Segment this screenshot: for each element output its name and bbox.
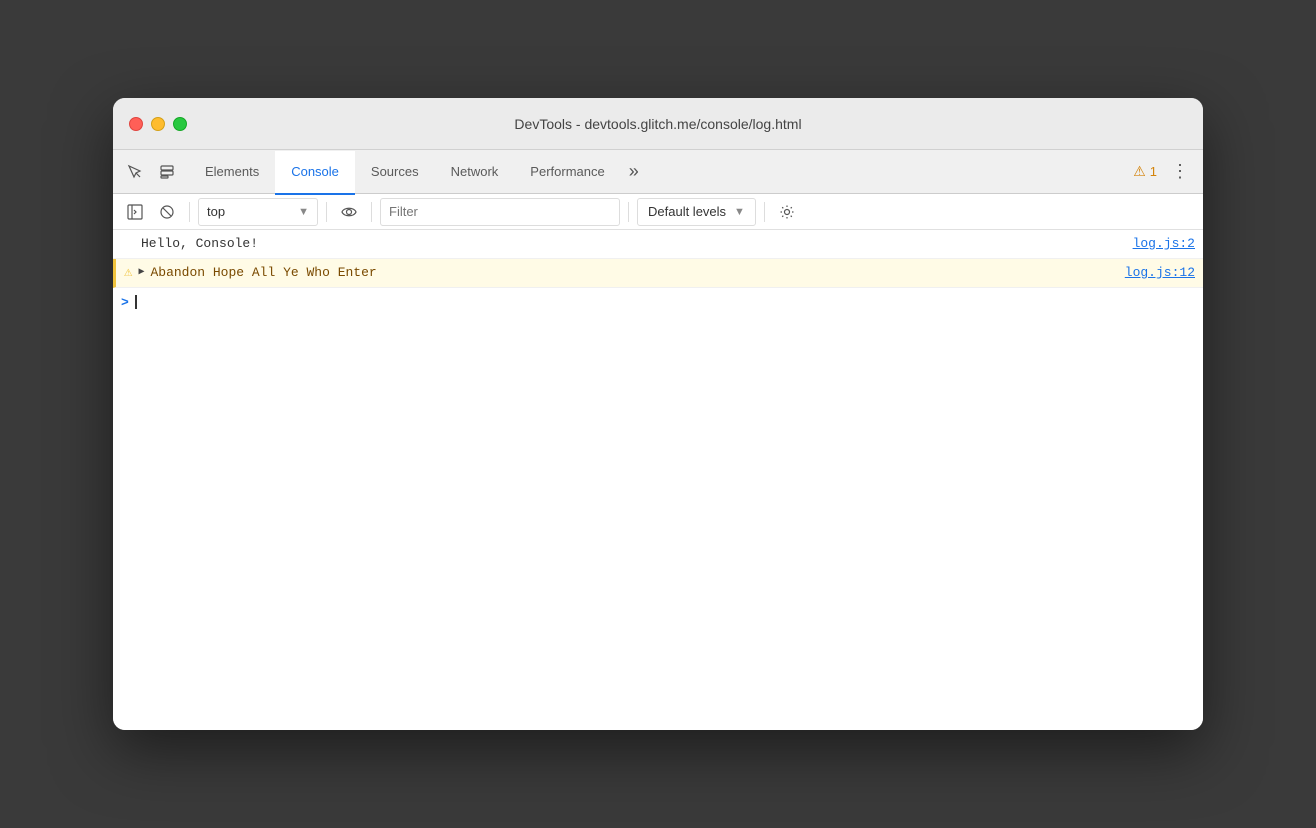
devtools-tabs-bar: Elements Console Sources Network Perform… — [113, 150, 1203, 194]
console-message-log: Hello, Console! log.js:2 — [113, 230, 1203, 259]
log-message-text: Hello, Console! — [141, 234, 258, 254]
context-selector[interactable]: top ▼ — [198, 198, 318, 226]
tab-performance[interactable]: Performance — [514, 151, 620, 195]
toolbar-divider-2 — [326, 202, 327, 222]
maximize-button[interactable] — [173, 117, 187, 131]
tab-icons — [121, 158, 181, 186]
console-message-warning: ⚠ ▶ Abandon Hope All Ye Who Enter log.js… — [113, 259, 1203, 288]
toolbar-divider-3 — [371, 202, 372, 222]
console-area: Hello, Console! log.js:2 ⚠ ▶ Abandon Hop… — [113, 230, 1203, 730]
more-menu-btn[interactable]: ⋮ — [1165, 150, 1195, 194]
sidebar-toggle-btn[interactable] — [121, 198, 149, 226]
tab-network[interactable]: Network — [435, 151, 515, 195]
warning-message-content: ⚠ ▶ Abandon Hope All Ye Who Enter — [124, 263, 377, 283]
layers-icon-btn[interactable] — [153, 158, 181, 186]
console-prompt: > — [121, 295, 129, 310]
expand-warning-arrow[interactable]: ▶ — [138, 263, 144, 283]
close-button[interactable] — [129, 117, 143, 131]
titlebar: DevTools - devtools.glitch.me/console/lo… — [113, 98, 1203, 150]
tab-sources[interactable]: Sources — [355, 151, 435, 195]
devtools-window: DevTools - devtools.glitch.me/console/lo… — [113, 98, 1203, 730]
tab-list: Elements Console Sources Network Perform… — [189, 150, 1125, 194]
warning-message-source[interactable]: log.js:12 — [1125, 263, 1195, 283]
log-message-content: Hello, Console! — [141, 234, 258, 254]
warning-badge[interactable]: ⚠ 1 — [1133, 163, 1157, 180]
clear-console-btn[interactable] — [153, 198, 181, 226]
eye-icon-btn[interactable] — [335, 198, 363, 226]
tab-elements[interactable]: Elements — [189, 151, 275, 195]
levels-dropdown[interactable]: Default levels ▼ — [637, 198, 756, 226]
log-message-source[interactable]: log.js:2 — [1133, 234, 1195, 254]
context-arrow-icon: ▼ — [298, 206, 309, 218]
minimize-button[interactable] — [151, 117, 165, 131]
toolbar-divider-4 — [628, 202, 629, 222]
console-input-row[interactable]: > — [113, 288, 1203, 316]
settings-gear-btn[interactable] — [773, 198, 801, 226]
window-title: DevTools - devtools.glitch.me/console/lo… — [514, 116, 801, 132]
warning-message-text: Abandon Hope All Ye Who Enter — [150, 263, 376, 283]
tab-overflow-btn[interactable]: » — [621, 150, 647, 194]
warning-triangle-icon: ⚠ — [1133, 163, 1146, 180]
console-toolbar: top ▼ Default levels ▼ — [113, 194, 1203, 230]
tab-console[interactable]: Console — [275, 151, 355, 195]
cursor-icon-btn[interactable] — [121, 158, 149, 186]
filter-input[interactable] — [380, 198, 620, 226]
toolbar-divider-5 — [764, 202, 765, 222]
levels-arrow-icon: ▼ — [734, 206, 745, 218]
warn-icon: ⚠ — [124, 263, 132, 283]
traffic-lights — [129, 117, 187, 131]
toolbar-divider-1 — [189, 202, 190, 222]
console-cursor — [135, 295, 137, 309]
